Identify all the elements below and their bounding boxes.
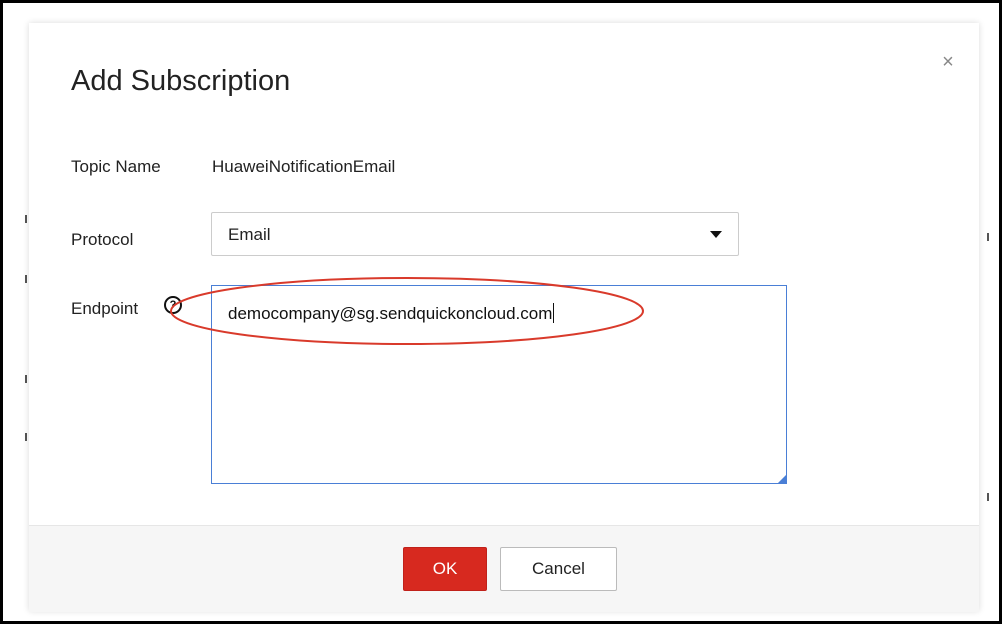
add-subscription-dialog: Add Subscription × Topic Name HuaweiNoti… xyxy=(29,23,979,612)
background-fragment xyxy=(25,275,27,283)
topic-name-value: HuaweiNotificationEmail xyxy=(212,157,396,176)
dialog-title: Add Subscription xyxy=(71,65,291,97)
dialog-footer: OK Cancel xyxy=(29,525,979,612)
screenshot-frame: Add Subscription × Topic Name HuaweiNoti… xyxy=(0,0,1002,624)
background-fragment xyxy=(987,493,989,501)
background-fragment xyxy=(987,233,989,241)
protocol-selected-value: Email xyxy=(228,225,271,244)
endpoint-value-text: democompany@sg.sendquickoncloud.com xyxy=(228,304,553,323)
background-fragment xyxy=(25,215,27,223)
endpoint-value: democompany@sg.sendquickoncloud.com xyxy=(228,303,555,324)
ok-button[interactable]: OK xyxy=(403,547,487,591)
background-fragment xyxy=(25,433,27,441)
text-caret xyxy=(553,303,555,323)
close-icon[interactable]: × xyxy=(937,51,959,73)
resize-handle[interactable] xyxy=(778,475,786,483)
background-fragment xyxy=(25,375,27,383)
protocol-label: Protocol xyxy=(71,230,134,249)
caret-down-icon xyxy=(710,231,722,238)
protocol-select[interactable]: Email xyxy=(211,212,739,256)
cancel-button[interactable]: Cancel xyxy=(500,547,617,591)
endpoint-label: Endpoint xyxy=(71,299,139,318)
topic-name-label: Topic Name xyxy=(71,157,161,176)
endpoint-textarea[interactable]: democompany@sg.sendquickoncloud.com xyxy=(211,285,787,484)
help-icon[interactable]: ? xyxy=(164,296,182,314)
